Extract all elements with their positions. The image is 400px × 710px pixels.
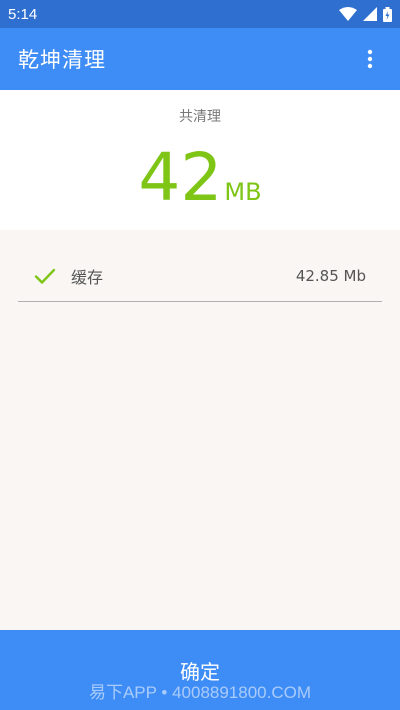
status-time: 5:14 bbox=[8, 5, 38, 23]
more-vert-icon[interactable] bbox=[358, 47, 382, 71]
status-bar: 5:14 bbox=[0, 0, 400, 28]
summary-amount: 42 MB bbox=[0, 145, 400, 211]
check-icon bbox=[33, 264, 57, 288]
item-size: 42.85 Mb bbox=[295, 266, 366, 285]
confirm-button[interactable]: 确定 易下APP • 4008891800.COM bbox=[0, 630, 400, 710]
list-item: 缓存 42.85 Mb bbox=[18, 250, 382, 302]
watermark: 易下APP • 4008891800.COM bbox=[88, 683, 312, 702]
status-icons bbox=[339, 6, 392, 22]
summary-number: 42 bbox=[138, 139, 223, 216]
clean-summary: 共清理 42 MB bbox=[0, 90, 400, 230]
battery-icon bbox=[383, 6, 392, 22]
item-name: 缓存 bbox=[71, 267, 104, 287]
cleaned-items-list: 缓存 42.85 Mb bbox=[0, 230, 400, 630]
signal-icon bbox=[363, 7, 377, 21]
app-bar: 乾坤清理 bbox=[0, 28, 400, 90]
wifi-icon bbox=[339, 7, 357, 21]
summary-unit: MB bbox=[224, 178, 262, 206]
app-title: 乾坤清理 bbox=[18, 48, 106, 72]
summary-label: 共清理 bbox=[179, 109, 221, 125]
